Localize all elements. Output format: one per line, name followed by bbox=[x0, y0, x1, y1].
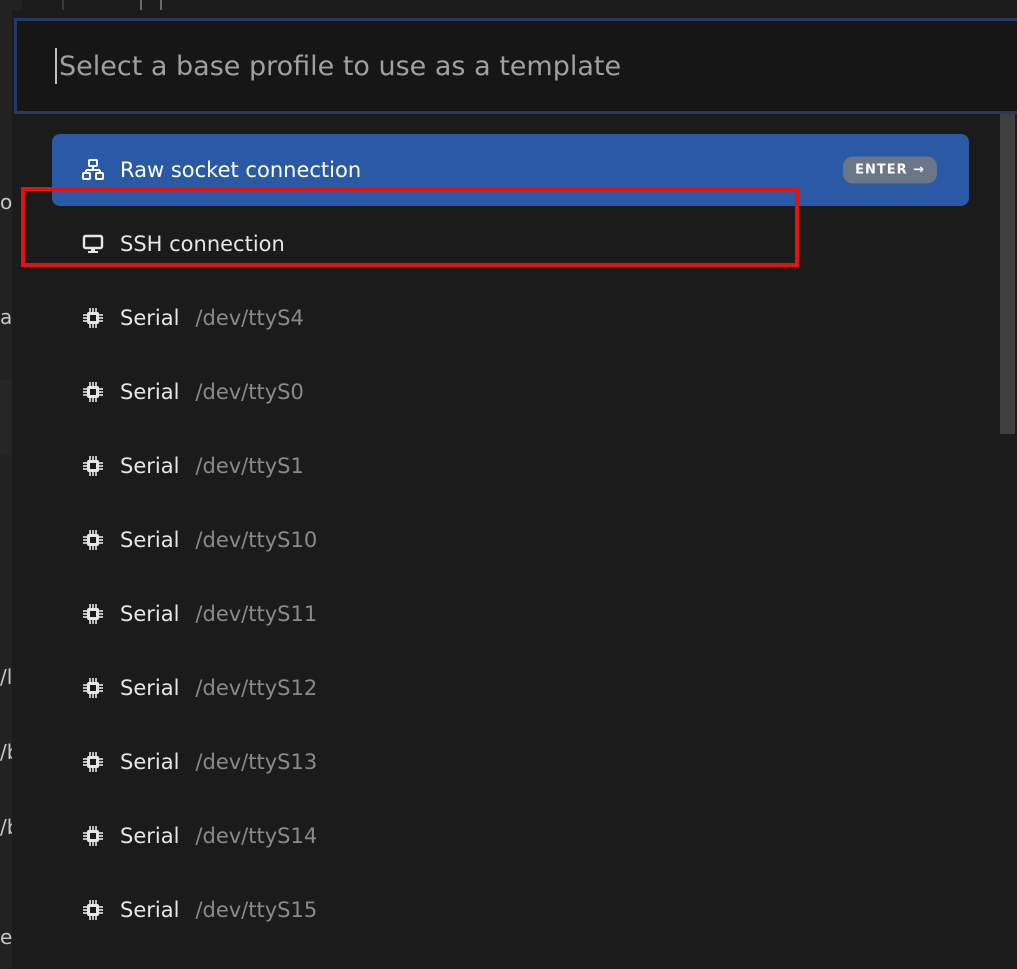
chip-icon bbox=[82, 899, 104, 921]
screen: o ab /l /b /b et bbox=[0, 0, 1017, 969]
chip-icon bbox=[82, 825, 104, 847]
list-scrollbar[interactable] bbox=[998, 114, 1017, 969]
list-item-serial[interactable]: Serial /dev/ttyS14 bbox=[52, 800, 969, 872]
item-description: /dev/ttyS12 bbox=[195, 676, 318, 700]
search-box[interactable] bbox=[14, 18, 1017, 114]
item-description: /dev/ttyS14 bbox=[195, 824, 318, 848]
item-label: Serial bbox=[120, 602, 180, 626]
profile-selector: Raw socket connection ENTER → SSH connec… bbox=[12, 10, 1017, 969]
item-label: SSH connection bbox=[120, 232, 285, 256]
item-description: /dev/ttyS1 bbox=[195, 454, 304, 478]
list-item-serial[interactable]: Serial /dev/ttyS15 bbox=[52, 874, 969, 946]
item-label: Serial bbox=[120, 824, 180, 848]
chip-icon bbox=[82, 455, 104, 477]
item-description: /dev/ttyS10 bbox=[195, 528, 318, 552]
item-description: /dev/ttyS15 bbox=[195, 898, 318, 922]
item-label: Serial bbox=[120, 306, 180, 330]
profile-list: Raw socket connection ENTER → SSH connec… bbox=[12, 114, 1017, 969]
item-description: /dev/ttyS11 bbox=[195, 602, 318, 626]
item-label: Raw socket connection bbox=[120, 158, 362, 182]
item-label: Serial bbox=[120, 528, 180, 552]
item-description: /dev/ttyS13 bbox=[195, 750, 318, 774]
enter-shortcut-badge: ENTER → bbox=[843, 156, 937, 184]
chip-icon bbox=[82, 307, 104, 329]
item-description: /dev/ttyS4 bbox=[195, 306, 304, 330]
list-item-serial[interactable]: Serial /dev/ttyS12 bbox=[52, 652, 969, 724]
desktop-icon bbox=[82, 233, 104, 255]
list-item-serial[interactable]: Serial /dev/ttyS13 bbox=[52, 726, 969, 798]
search-input[interactable] bbox=[59, 50, 1017, 82]
chip-icon bbox=[82, 751, 104, 773]
list-item-serial[interactable]: Serial /dev/ttyS0 bbox=[52, 356, 969, 428]
list-item-serial[interactable]: Serial /dev/ttyS1 bbox=[52, 430, 969, 502]
chip-icon bbox=[82, 529, 104, 551]
list-item-raw-socket[interactable]: Raw socket connection ENTER → bbox=[52, 134, 969, 206]
item-label: Serial bbox=[120, 454, 180, 478]
item-label: Serial bbox=[120, 676, 180, 700]
list-item-ssh[interactable]: SSH connection bbox=[52, 208, 969, 280]
text-caret bbox=[55, 48, 57, 84]
item-label: Serial bbox=[120, 898, 180, 922]
item-description: /dev/ttyS0 bbox=[195, 380, 304, 404]
chip-icon bbox=[82, 677, 104, 699]
chip-icon bbox=[82, 603, 104, 625]
chip-icon bbox=[82, 381, 104, 403]
list-item-serial[interactable]: Serial /dev/ttyS4 bbox=[52, 282, 969, 354]
list-item-serial[interactable]: Serial /dev/ttyS10 bbox=[52, 504, 969, 576]
scrollbar-thumb[interactable] bbox=[1000, 114, 1015, 434]
network-icon bbox=[82, 159, 104, 181]
item-label: Serial bbox=[120, 750, 180, 774]
list-item-serial[interactable]: Serial /dev/ttyS11 bbox=[52, 578, 969, 650]
item-label: Serial bbox=[120, 380, 180, 404]
